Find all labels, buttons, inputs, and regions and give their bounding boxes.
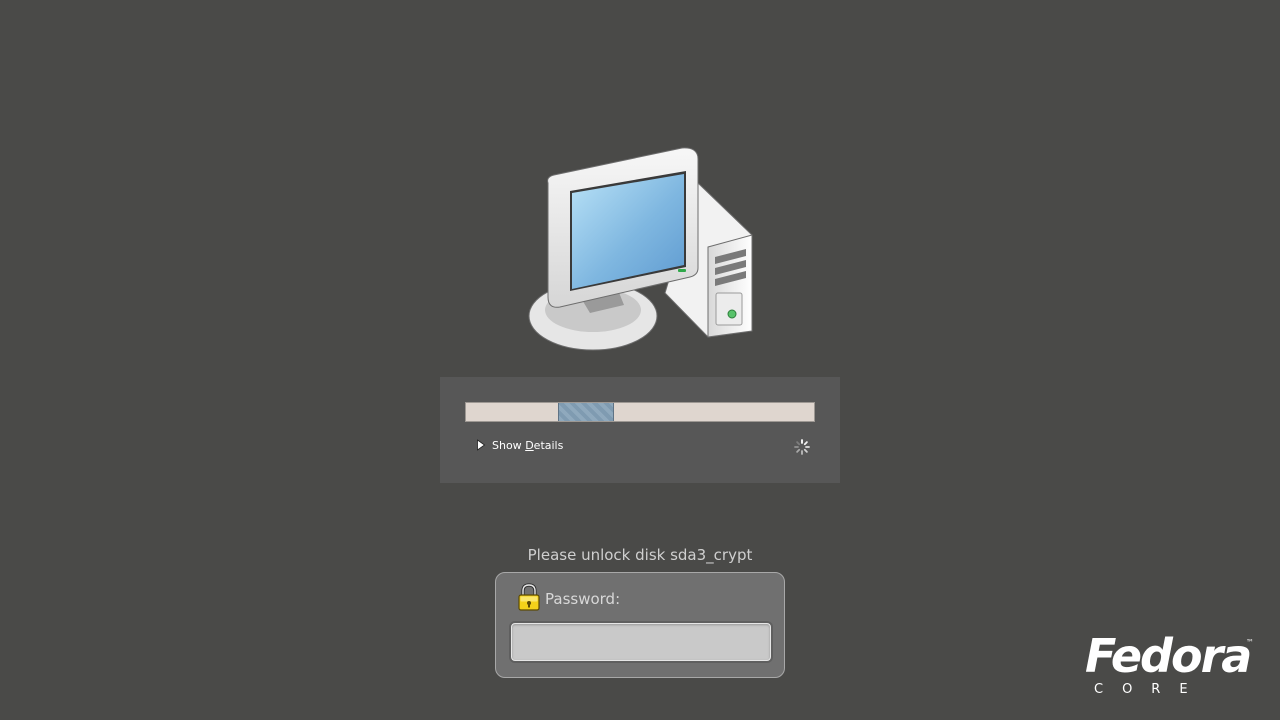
brand-name: Fedora (1085, 629, 1252, 683)
computer-icon (528, 147, 753, 351)
brand-subtitle: CORE (1094, 682, 1207, 697)
boot-progress-panel: Show Details (440, 377, 840, 483)
password-input[interactable] (511, 623, 771, 661)
spinner-icon (794, 439, 810, 455)
show-details-toggle[interactable]: Show Details (476, 438, 563, 452)
progress-bar (465, 402, 815, 422)
password-dialog: Password: (495, 572, 785, 678)
brand-trademark: ™ (1246, 638, 1254, 647)
padlock-icon (518, 583, 540, 611)
fedora-core-logo: Fedora ™ CORE (1085, 630, 1265, 700)
show-details-label: Show Details (492, 438, 564, 452)
password-label: Password: (545, 590, 621, 608)
progress-pulse (558, 403, 614, 421)
triangle-right-icon (477, 439, 486, 451)
unlock-prompt: Please unlock disk sda3_crypt (527, 546, 753, 564)
